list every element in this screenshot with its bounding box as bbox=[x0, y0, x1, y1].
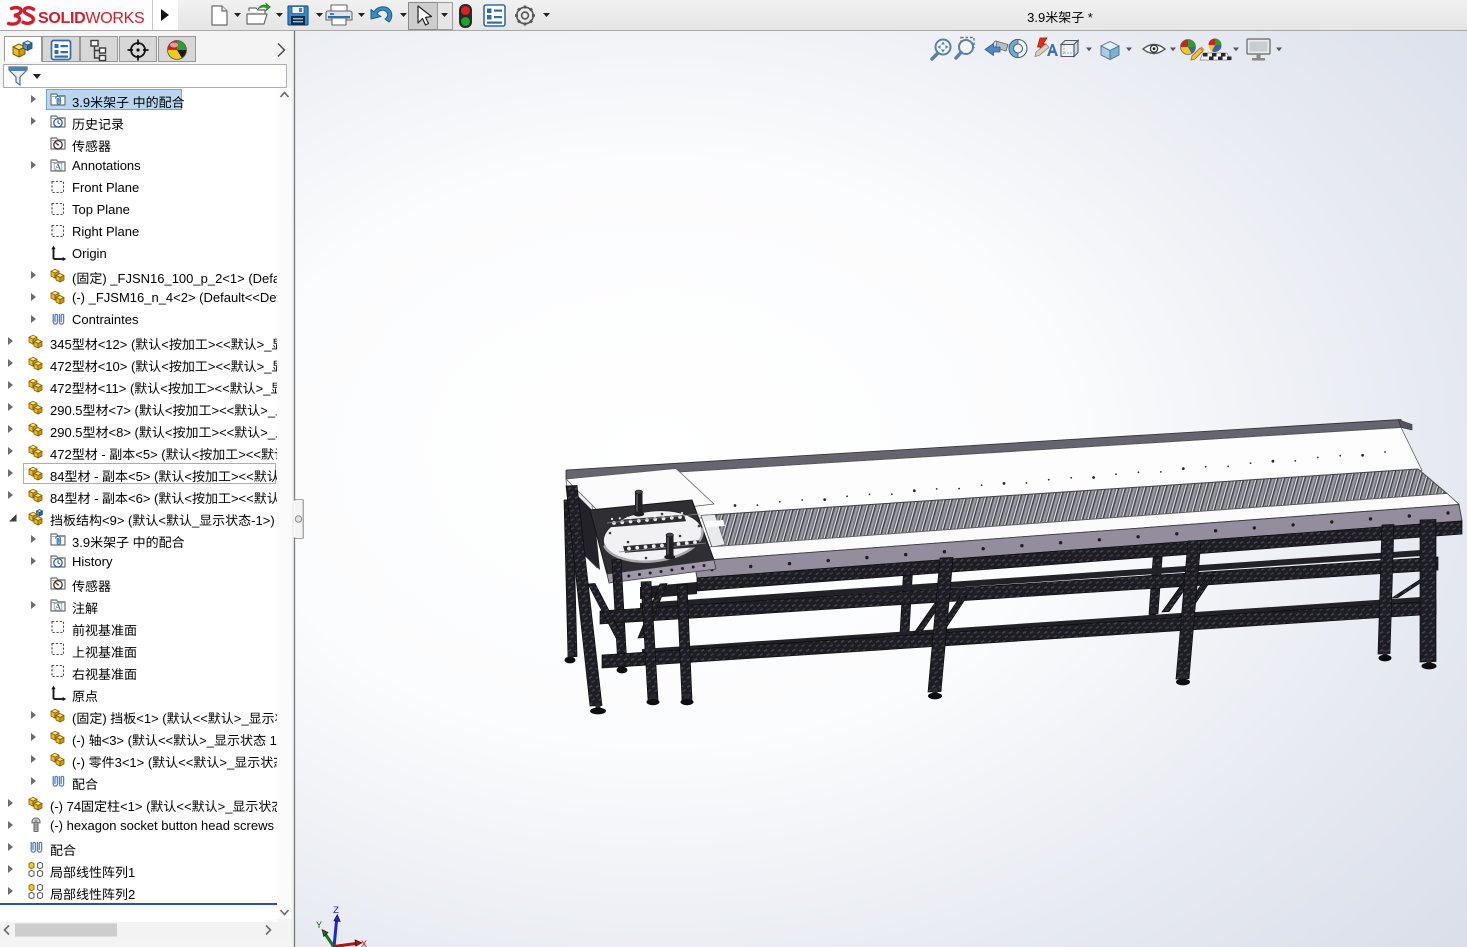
svg-text:X: X bbox=[361, 940, 367, 947]
svg-text:SOLIDWORKS: SOLIDWORKS bbox=[38, 10, 144, 27]
svg-text:Y: Y bbox=[316, 921, 322, 932]
svg-text:Z: Z bbox=[333, 906, 339, 917]
